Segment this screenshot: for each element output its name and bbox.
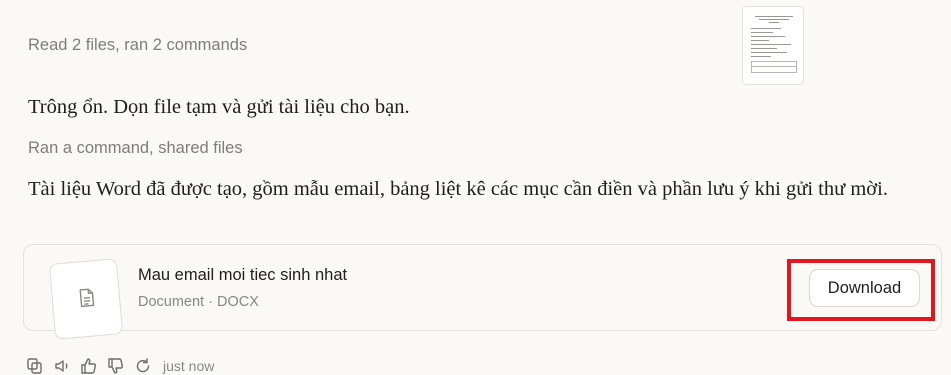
assistant-message-line: Trông ổn. Dọn file tạm và gửi tài liệu c… [28,96,410,118]
file-name: Mau email moi tiec sinh nhat [138,266,348,284]
document-thumbnail[interactable] [742,6,804,85]
thumbs-up-icon[interactable] [80,357,98,375]
file-card[interactable]: Mau email moi tiec sinh nhat Document · … [23,244,942,340]
message-actions: just now [26,357,214,375]
copy-icon[interactable] [26,357,44,375]
thumbs-down-icon[interactable] [107,357,125,375]
file-type: Document · DOCX [138,294,259,310]
assistant-message-paragraph: Tài liệu Word đã được tạo, gồm mẫu email… [28,178,888,200]
download-button[interactable]: Download [809,269,920,307]
timestamp: just now [163,358,215,374]
speaker-icon[interactable] [53,357,71,375]
document-icon [48,258,124,340]
activity-summary-commands[interactable]: Ran a command, shared files [28,139,243,158]
activity-summary-files[interactable]: Read 2 files, ran 2 commands [28,36,247,55]
retry-icon[interactable] [134,357,152,375]
